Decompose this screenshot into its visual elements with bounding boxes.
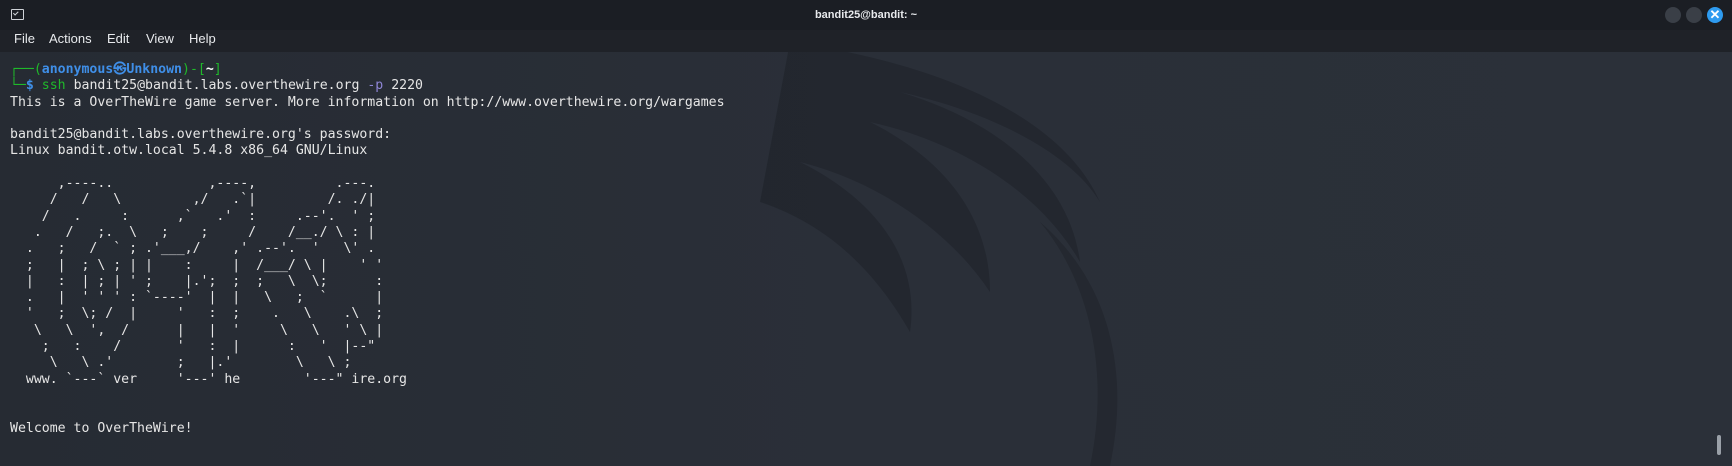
terminal-output-area[interactable]: ┌──(anonymous㉿Unknown)-[~] └─$ ssh bandit… bbox=[0, 52, 1732, 466]
menu-file[interactable]: File bbox=[14, 30, 35, 52]
prompt-line-1: ┌──(anonymous㉿Unknown)-[~] bbox=[10, 62, 222, 77]
ascii-art-line: / / \ ,/ .`| /. ./| bbox=[10, 192, 376, 208]
maximize-icon[interactable] bbox=[1686, 7, 1702, 23]
ascii-art-line: ; | ; \ ; | | : | /___/ \ | ' ' bbox=[10, 257, 384, 273]
menu-view[interactable]: View bbox=[146, 30, 174, 52]
welcome-line: Welcome to OverTheWire! bbox=[10, 420, 193, 436]
window-title: bandit25@bandit: ~ bbox=[814, 9, 918, 21]
ascii-art-line: \ \ ', / | | ' \ \ ' \ | bbox=[10, 322, 384, 338]
ascii-art-line: . ; / ` ; .'___,/ ,' .--'. ' \' . bbox=[10, 241, 376, 257]
menu-bar: File Actions Edit View Help bbox=[0, 30, 1732, 52]
title-bar[interactable]: bandit25@bandit: ~ ✕ bbox=[0, 0, 1732, 31]
ascii-art-line: ,----.. ,----, .---. bbox=[10, 176, 376, 192]
prompt-line-2: └─$ ssh bandit25@bandit.labs.overthewire… bbox=[10, 78, 423, 94]
menu-edit[interactable]: Edit bbox=[107, 30, 129, 52]
ascii-art-line: . | ' ' ' : `----' | | \ ; ` | bbox=[10, 290, 384, 306]
prompt-dollar: $ bbox=[25, 78, 34, 94]
ascii-art-line: www. `---` ver '---' he '---" ire.org bbox=[10, 371, 407, 387]
command-flag: -p bbox=[367, 78, 384, 94]
minimize-icon[interactable] bbox=[1665, 7, 1681, 23]
command-target: bandit25@bandit.labs.overthewire.org bbox=[73, 78, 360, 94]
ascii-art-line: ' ; \; / | ' : ; . \ .\ ; bbox=[10, 306, 384, 322]
ascii-art-line: ; : / ' : | : ' |--" bbox=[10, 339, 376, 355]
close-icon[interactable]: ✕ bbox=[1707, 7, 1723, 23]
password-prompt-line: bandit25@bandit.labs.overthewire.org's p… bbox=[10, 127, 392, 143]
ascii-art-line: . / ;. \ ; ; / /__./ \ : | bbox=[10, 224, 376, 240]
system-info-line: Linux bandit.otw.local 5.4.8 x86_64 GNU/… bbox=[10, 143, 368, 159]
prompt-user-host: anonymous㉿Unknown bbox=[41, 62, 182, 77]
ascii-art-line: \ \ .' ; |.' \ \ ; bbox=[10, 355, 352, 371]
prompt-path: ~ bbox=[205, 62, 214, 77]
command-port: 2220 bbox=[391, 78, 423, 94]
menu-help[interactable]: Help bbox=[189, 30, 216, 52]
terminal-window: bandit25@bandit: ~ ✕ File Actions Edit V… bbox=[0, 0, 1732, 466]
ascii-art-line: / . : ,` .' : .--'. ' ; bbox=[10, 208, 376, 224]
command-binary: ssh bbox=[41, 78, 66, 94]
scrollbar-thumb[interactable] bbox=[1717, 435, 1721, 455]
terminal-text: ┌──(anonymous㉿Unknown)-[~] └─$ ssh bandit… bbox=[10, 52, 725, 437]
server-info-line: This is a OverTheWire game server. More … bbox=[10, 94, 725, 110]
menu-actions[interactable]: Actions bbox=[49, 30, 92, 52]
ascii-art-line: | : | ; | ' ; |.'; ; ; \ \; : bbox=[10, 273, 384, 289]
